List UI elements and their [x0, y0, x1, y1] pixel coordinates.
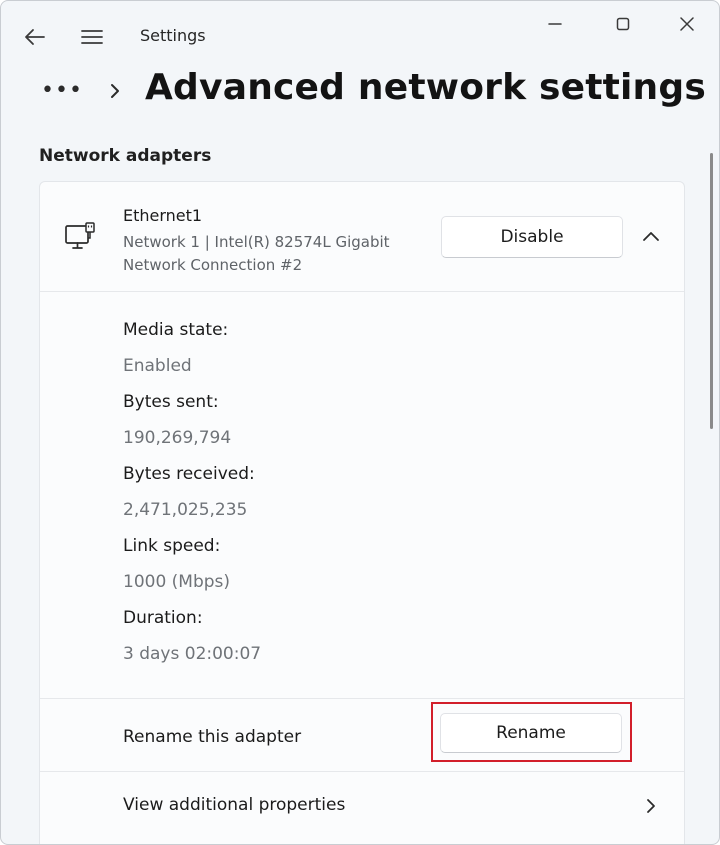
breadcrumb-more-button[interactable]: ••• — [41, 75, 82, 105]
prop-value-media-state: Enabled — [123, 356, 192, 376]
prop-label-media-state: Media state: — [123, 320, 229, 340]
prop-label-duration: Duration: — [123, 608, 203, 628]
breadcrumb-chevron-icon — [105, 79, 125, 103]
prop-value-link-speed: 1000 (Mbps) — [123, 572, 231, 592]
vertical-scrollbar[interactable] — [710, 153, 713, 429]
view-additional-properties-label: View additional properties — [123, 795, 346, 815]
maximize-icon — [616, 17, 630, 31]
back-button[interactable] — [17, 21, 53, 53]
rename-adapter-row: Rename this adapter Rename — [40, 698, 684, 770]
prop-label-link-speed: Link speed: — [123, 536, 221, 556]
section-heading: Network adapters — [39, 146, 212, 166]
adapter-properties: Media state: Enabled Bytes sent: 190,269… — [123, 318, 523, 678]
close-icon — [680, 17, 694, 31]
chevron-right-icon — [642, 794, 660, 818]
prop-value-duration: 3 days 02:00:07 — [123, 644, 262, 664]
app-title: Settings — [140, 26, 206, 45]
ethernet-monitor-icon — [64, 220, 98, 254]
adapter-card: Ethernet1 Network 1 | Intel(R) 82574L Gi… — [39, 181, 685, 844]
adapter-header-row[interactable]: Ethernet1 Network 1 | Intel(R) 82574L Gi… — [40, 182, 684, 292]
view-additional-properties-row[interactable]: View additional properties — [40, 771, 684, 841]
prop-value-bytes-received: 2,471,025,235 — [123, 500, 248, 520]
hamburger-icon — [81, 30, 103, 44]
minimize-icon — [548, 23, 562, 25]
chevron-up-icon — [643, 232, 659, 241]
minimize-button[interactable] — [533, 9, 577, 39]
adapter-description: Network 1 | Intel(R) 82574L Gigabit Netw… — [123, 233, 390, 274]
rename-button[interactable]: Rename — [440, 713, 622, 753]
close-button[interactable] — [665, 9, 709, 39]
disable-button[interactable]: Disable — [441, 216, 623, 258]
arrow-left-icon — [25, 29, 45, 45]
settings-window: Settings ••• Advanced network settings N… — [0, 0, 720, 845]
maximize-button[interactable] — [601, 9, 645, 39]
collapse-button[interactable] — [638, 222, 664, 250]
adapter-name: Ethernet1 — [123, 206, 203, 225]
navigation-menu-button[interactable] — [73, 21, 111, 53]
rename-adapter-label: Rename this adapter — [123, 727, 302, 747]
prop-label-bytes-received: Bytes received: — [123, 464, 255, 484]
prop-label-bytes-sent: Bytes sent: — [123, 392, 219, 412]
prop-value-bytes-sent: 190,269,794 — [123, 428, 232, 448]
page-title: Advanced network settings — [145, 67, 706, 108]
title-bar: Settings — [1, 1, 719, 71]
